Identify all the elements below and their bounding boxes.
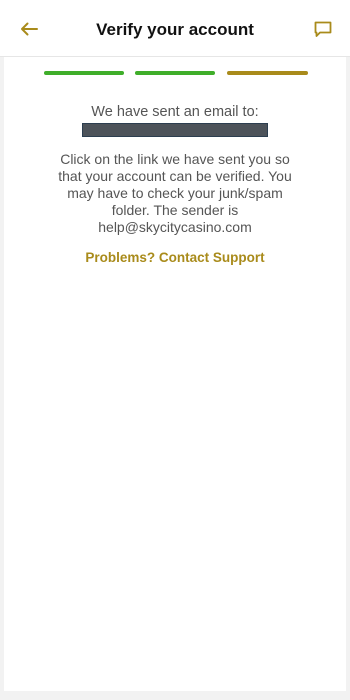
progress-step-3 bbox=[227, 71, 308, 75]
bottom-strip bbox=[0, 691, 350, 700]
progress-bar bbox=[44, 71, 308, 75]
chat-bubble-icon bbox=[314, 21, 332, 37]
progress-step-2 bbox=[135, 71, 215, 75]
verify-card: We have sent an email to: Click on the l… bbox=[4, 57, 346, 691]
chat-button[interactable] bbox=[310, 16, 336, 42]
back-button[interactable] bbox=[16, 16, 42, 42]
page-title: Verify your account bbox=[96, 20, 254, 39]
email-sent-label: We have sent an email to: bbox=[91, 104, 259, 120]
app-header: Verify your account bbox=[0, 0, 350, 57]
contact-support-link[interactable]: Problems? Contact Support bbox=[4, 249, 346, 267]
arrow-left-icon bbox=[21, 22, 38, 36]
email-value-redacted bbox=[82, 123, 268, 137]
verification-instructions: Click on the link we have sent you so th… bbox=[58, 151, 292, 235]
progress-step-1 bbox=[44, 71, 124, 75]
